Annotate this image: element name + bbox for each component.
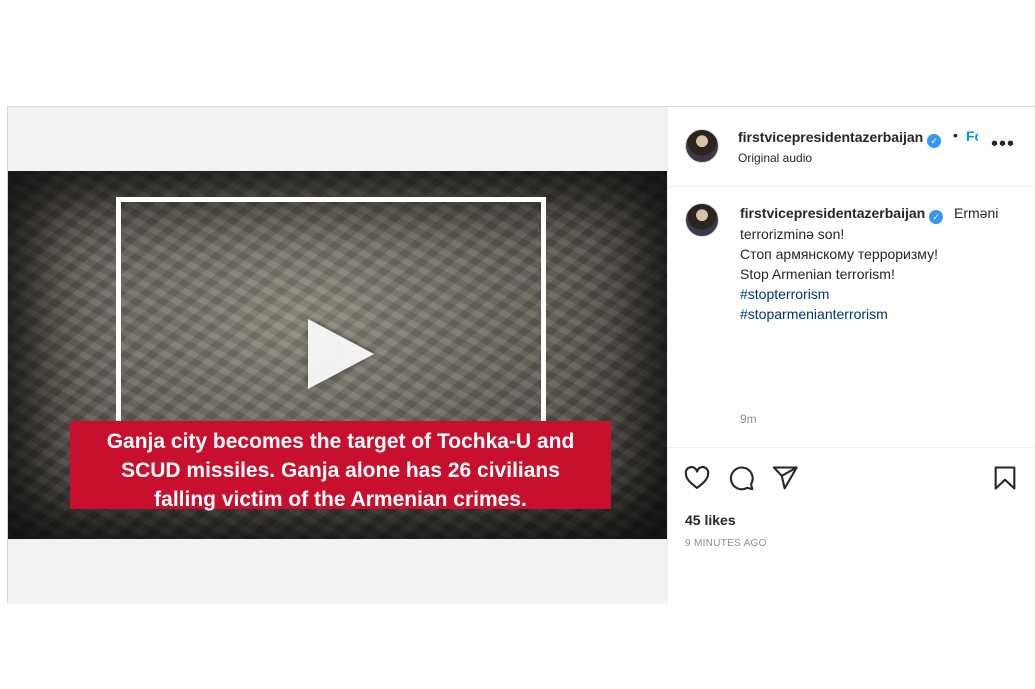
hashtag-link[interactable]: #stoparmenianterrorism: [740, 304, 1010, 324]
caption-username-text[interactable]: firstvicepresidentazerbaijan: [740, 205, 925, 221]
video-player[interactable]: Ganja city becomes the target of Tochka-…: [8, 171, 667, 539]
caption-line: Стоп армянскому терроризму!: [740, 246, 938, 262]
comment-icon[interactable]: [727, 464, 755, 492]
separator-dot: •: [953, 127, 958, 143]
video-caption-banner: Ganja city becomes the target of Tochka-…: [70, 421, 611, 511]
post-actions: 45 likes 9 MINUTES AGO: [667, 447, 1035, 568]
follow-button[interactable]: Follow: [966, 128, 978, 144]
username-link[interactable]: firstvicepresidentazerbaijan ✓: [738, 129, 942, 148]
caption-timestamp[interactable]: 9m: [740, 412, 757, 426]
caption-text: terrorizminə son! Стоп армянскому террор…: [740, 224, 1010, 324]
caption-avatar[interactable]: [685, 203, 719, 237]
caption-line: terrorizminə son!: [740, 226, 845, 242]
likes-count[interactable]: 45 likes: [685, 512, 736, 528]
hashtag-link[interactable]: #stopterrorism: [740, 284, 1010, 304]
post-timestamp[interactable]: 9 MINUTES AGO: [685, 538, 767, 549]
more-options-icon[interactable]: •••: [991, 133, 1015, 156]
avatar[interactable]: [685, 129, 719, 163]
verified-badge-icon: ✓: [929, 210, 944, 224]
audio-link[interactable]: Original audio: [738, 151, 812, 165]
instagram-post: Ganja city becomes the target of Tochka-…: [7, 106, 1035, 604]
post-header: firstvicepresidentazerbaijan ✓ • Follow O…: [667, 107, 1035, 187]
caption-first-word: Erməni: [954, 205, 999, 221]
caption-section: firstvicepresidentazerbaijan ✓ Erməni ter…: [667, 187, 1035, 447]
play-icon[interactable]: [308, 319, 374, 389]
username-text[interactable]: firstvicepresidentazerbaijan: [738, 129, 923, 145]
caption-line: Stop Armenian terrorism!: [740, 266, 895, 282]
video-inner-frame: [116, 197, 546, 427]
verified-badge-icon: ✓: [927, 134, 942, 148]
post-media: Ganja city becomes the target of Tochka-…: [8, 107, 668, 604]
bookmark-icon[interactable]: [991, 464, 1019, 492]
video-caption-text: Ganja city becomes the target of Tochka-…: [106, 430, 575, 511]
heart-icon[interactable]: [683, 464, 711, 492]
caption-username-link[interactable]: firstvicepresidentazerbaijan ✓: [740, 205, 944, 224]
paper-plane-icon[interactable]: [771, 464, 799, 492]
